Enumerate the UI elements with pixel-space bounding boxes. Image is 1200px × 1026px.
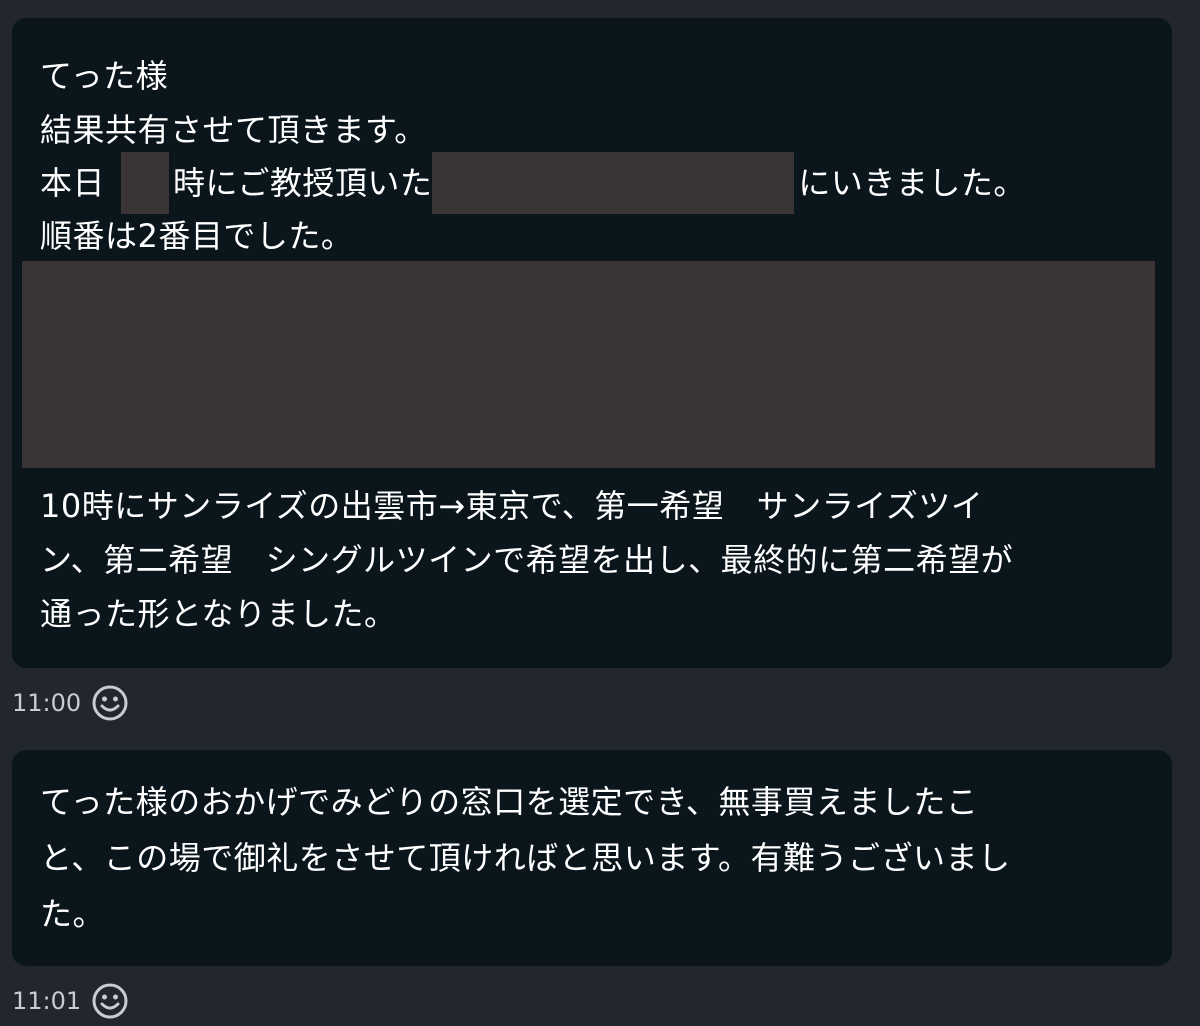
chat-window: てった様 結果共有させて頂きます。 本日 時にご教授頂いた にいきました。 順番は2… xyxy=(0,0,1200,1026)
message-line: た。 xyxy=(40,895,106,933)
message-line: 通った形となりました。 xyxy=(40,595,397,633)
redaction-box xyxy=(121,152,170,214)
message-line: 10時にサンライズの出雲市→東京で、第一希望 サンライズツイ xyxy=(40,487,984,525)
message-text: 時にご教授頂いた xyxy=(173,164,433,202)
message-line: 結果共有させて頂きます。 xyxy=(40,111,427,149)
message-line: ン、第二希望 シングルツインで希望を出し、最終的に第二希望が xyxy=(40,541,1014,579)
message-meta: 11:01 xyxy=(12,982,129,1020)
message-line: てった様 xyxy=(40,57,169,95)
message-line: てった様のおかげでみどりの窓口を選定でき、無事買えましたこ xyxy=(40,783,979,821)
message-bubble[interactable]: てった様のおかげでみどりの窓口を選定でき、無事買えましたこ と、この場で御礼をさ… xyxy=(12,750,1172,966)
message-timestamp: 11:00 xyxy=(12,689,82,717)
message-line: 順番は2番目でした。 xyxy=(40,217,354,255)
message-meta: 11:00 xyxy=(12,684,129,722)
smiley-icon[interactable] xyxy=(91,982,129,1020)
redacted-image-block xyxy=(22,261,1155,468)
smiley-icon[interactable] xyxy=(91,684,129,722)
message-text: にいきました。 xyxy=(798,164,1026,202)
message-bubble[interactable]: てった様 結果共有させて頂きます。 本日 時にご教授頂いた にいきました。 順番は2… xyxy=(12,18,1172,668)
message-text: 本日 xyxy=(40,164,106,202)
message-line: と、この場で御礼をさせて頂ければと思います。有難うございまし xyxy=(40,839,1011,877)
message-timestamp: 11:01 xyxy=(12,987,82,1015)
redaction-box xyxy=(432,152,795,214)
message-line: 本日 時にご教授頂いた にいきました。 xyxy=(40,152,1026,216)
